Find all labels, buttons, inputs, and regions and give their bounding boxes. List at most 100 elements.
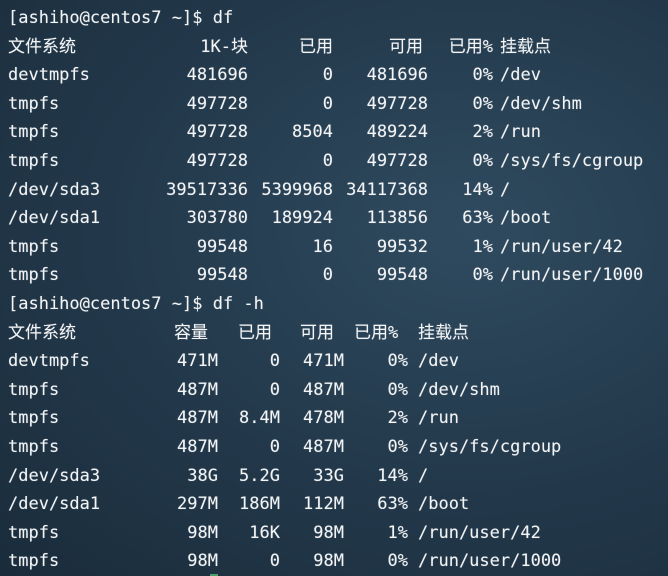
- table-row: tmpfs 98M 16K 98M 1% /run/user/42: [8, 519, 668, 548]
- cell-available: 99532: [376, 236, 428, 257]
- header-filesystem: 文件系统: [8, 36, 76, 57]
- cell-filesystem: /dev/sda3: [8, 465, 101, 486]
- cell-filesystem: /dev/sda1: [8, 208, 101, 229]
- cell-mount: /dev/shm: [500, 93, 582, 114]
- header-size: 容量: [174, 322, 208, 343]
- header-mount: 挂载点: [418, 322, 469, 343]
- header-used: 已用: [238, 322, 272, 343]
- cell-mount: /run/user/42: [418, 522, 541, 543]
- cell-used: 0: [322, 93, 333, 114]
- shell-prompt: [ashiho@centos7 ~]$: [8, 293, 213, 314]
- table-header: 文件系统 容量 已用 可用 已用% 挂载点: [8, 319, 668, 348]
- cell-mount: /: [500, 179, 511, 200]
- cell-blocks: 481696: [186, 65, 248, 86]
- table-row: /dev/sda1 297M 186M 112M 63% /boot: [8, 490, 668, 519]
- cell-used: 0: [269, 379, 280, 400]
- cell-available: 478M: [303, 408, 344, 429]
- cell-used: 5.2G: [239, 465, 280, 486]
- cell-use-percent: 1%: [472, 236, 493, 257]
- table-row: tmpfs 497728 0 497728 0% /sys/fs/cgroup: [8, 147, 668, 176]
- cell-used: 8504: [292, 122, 333, 143]
- cell-mount: /sys/fs/cgroup: [418, 436, 562, 457]
- terminal-window[interactable]: [ashiho@centos7 ~]$ df 文件系统 1K-块 已用 可用 已…: [0, 0, 668, 576]
- cell-used: 0: [269, 436, 280, 457]
- cell-used: 8.4M: [239, 408, 280, 429]
- cell-mount: /run/user/1000: [500, 265, 644, 286]
- cell-available: 33G: [313, 465, 344, 486]
- command-text: df: [212, 8, 234, 28]
- cell-use-percent: 14%: [462, 179, 493, 200]
- cell-filesystem: devtmpfs: [8, 351, 90, 372]
- cell-use-percent: 0%: [387, 351, 408, 372]
- cell-used: 186M: [239, 494, 280, 515]
- cell-used: 16K: [249, 522, 280, 543]
- cell-mount: /run/user/1000: [418, 551, 562, 572]
- cell-available: 99548: [376, 265, 428, 286]
- cell-use-percent: 0%: [387, 379, 408, 400]
- table-row: devtmpfs 481696 0 481696 0% /dev: [8, 61, 668, 90]
- cell-available: 481696: [366, 65, 428, 86]
- table-row: /dev/sda3 39517336 5399968 34117368 14% /: [8, 176, 668, 205]
- cell-filesystem: tmpfs: [8, 150, 60, 171]
- header-avail: 可用: [300, 322, 334, 343]
- cell-blocks: 497728: [186, 150, 248, 171]
- header-use-percent: 已用%: [448, 36, 493, 57]
- cell-filesystem: tmpfs: [8, 265, 60, 286]
- table-row: tmpfs 487M 0 487M 0% /sys/fs/cgroup: [8, 433, 668, 462]
- cell-use-percent: 63%: [377, 494, 408, 515]
- table-row: tmpfs 98M 0 98M 0% /run/user/1000: [8, 547, 668, 576]
- cell-filesystem: /dev/sda3: [8, 179, 101, 200]
- table-row: tmpfs 497728 8504 489224 2% /run: [8, 118, 668, 147]
- prompt-line: [ashiho@centos7 ~]$ df: [8, 4, 668, 33]
- command-text: df -h: [212, 293, 264, 314]
- cell-use-percent: 1%: [387, 522, 408, 543]
- table-row: tmpfs 99548 16 99532 1% /run/user/42: [8, 233, 668, 262]
- cell-size: 98M: [187, 551, 218, 572]
- cell-blocks: 99548: [196, 236, 248, 257]
- cell-filesystem: tmpfs: [8, 436, 60, 457]
- cell-available: 98M: [313, 551, 344, 572]
- cell-available: 497728: [366, 150, 428, 171]
- cell-available: 112M: [303, 494, 344, 515]
- cell-available: 471M: [303, 351, 344, 372]
- table-row: devtmpfs 471M 0 471M 0% /dev: [8, 347, 668, 376]
- cell-mount: /dev/shm: [418, 379, 500, 400]
- cell-use-percent: 63%: [462, 208, 493, 229]
- cell-available: 487M: [303, 436, 344, 457]
- cell-mount: /boot: [500, 208, 552, 229]
- cell-use-percent: 2%: [472, 122, 493, 143]
- cell-blocks: 497728: [186, 93, 248, 114]
- table-row: /dev/sda3 38G 5.2G 33G 14% /: [8, 462, 668, 491]
- cell-filesystem: tmpfs: [8, 122, 60, 143]
- cell-available: 34117368: [346, 179, 428, 200]
- cell-filesystem: tmpfs: [8, 551, 60, 572]
- cell-blocks: 99548: [196, 265, 248, 286]
- cell-mount: /run/user/42: [500, 236, 623, 257]
- cell-mount: /sys/fs/cgroup: [500, 150, 644, 171]
- cell-used: 189924: [271, 208, 333, 229]
- cell-blocks: 497728: [186, 122, 248, 143]
- table-row: tmpfs 487M 0 487M 0% /dev/shm: [8, 376, 668, 405]
- cell-size: 487M: [177, 379, 218, 400]
- cell-used: 0: [269, 551, 280, 572]
- cell-mount: /dev: [418, 351, 459, 372]
- cell-filesystem: tmpfs: [8, 236, 60, 257]
- shell-prompt: [ashiho@centos7 ~]$: [8, 8, 213, 28]
- cell-available: 489224: [366, 122, 428, 143]
- header-size: 1K-块: [200, 36, 248, 57]
- cell-size: 98M: [187, 522, 218, 543]
- cell-used: 16: [312, 236, 333, 257]
- cell-available: 113856: [366, 208, 428, 229]
- cell-mount: /boot: [418, 494, 470, 515]
- cell-size: 38G: [187, 465, 218, 486]
- cell-filesystem: tmpfs: [8, 408, 60, 429]
- cell-use-percent: 14%: [377, 465, 408, 486]
- cell-blocks: 39517336: [166, 179, 248, 200]
- cell-filesystem: /dev/sda1: [8, 494, 101, 515]
- table-row: tmpfs 487M 8.4M 478M 2% /run: [8, 404, 668, 433]
- cell-use-percent: 0%: [472, 65, 493, 86]
- cell-size: 471M: [177, 351, 218, 372]
- table-row: tmpfs 99548 0 99548 0% /run/user/1000: [8, 261, 668, 290]
- cell-available: 497728: [366, 93, 428, 114]
- cell-use-percent: 0%: [472, 93, 493, 114]
